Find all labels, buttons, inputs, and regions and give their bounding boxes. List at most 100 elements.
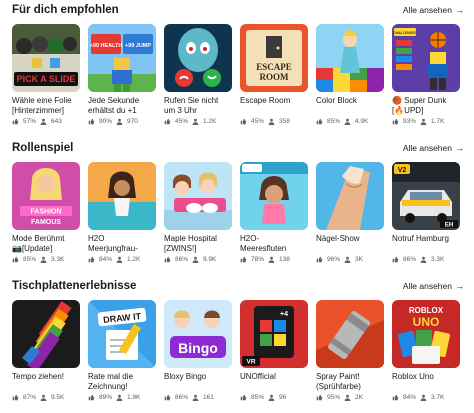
player-count: 9.5K	[51, 394, 65, 401]
thumbs-up-icon	[392, 394, 399, 401]
game-card[interactable]: V2 EH Notruf Hamburg 86% 3.3K	[392, 162, 460, 263]
player-count: 3K	[355, 256, 363, 263]
color-block-thumbnail	[316, 24, 384, 92]
game-title: Notruf Hamburg	[392, 234, 449, 243]
player-count: 161	[203, 394, 214, 401]
game-card[interactable]: H2O Meerjungfrau- 84% 1.2K	[88, 162, 156, 263]
roblox-uno-thumbnail: ROBLOX UNO	[392, 300, 460, 368]
game-card[interactable]: Maple Hospital [ZWINS!] 86% 9.9K	[164, 162, 232, 263]
svg-text:PICK A SLIDE: PICK A SLIDE	[17, 74, 76, 84]
players-icon	[192, 394, 199, 401]
svg-text:+99 JUMP: +99 JUMP	[125, 43, 151, 49]
rating-value: 78%	[251, 256, 265, 263]
thumbs-up-icon	[316, 118, 323, 125]
players-icon	[116, 256, 123, 263]
svg-text:+4: +4	[280, 311, 288, 318]
game-card[interactable]: ESCAPE ROOM Escape Room 45% 358	[240, 24, 308, 125]
game-card[interactable]: +99 HEALTH +99 JUMP Jede Sekunde erhälts…	[88, 24, 156, 125]
players-icon	[192, 118, 199, 125]
game-title: Wähle eine Folie [Hinterzimmer]	[12, 96, 72, 115]
player-count: 970	[127, 118, 138, 125]
svg-text:FASHION: FASHION	[30, 209, 61, 216]
section-title: Tischplattenerlebnisse	[12, 280, 137, 292]
players-icon	[420, 256, 427, 263]
rating-value: 87%	[23, 394, 37, 401]
game-title: H2O Meerjungfrau-	[88, 234, 138, 253]
svg-text:FAMOUS: FAMOUS	[31, 219, 61, 226]
players-icon	[344, 256, 351, 263]
game-card[interactable]: H2O- Meeresfluten 78% 138	[240, 162, 308, 263]
rating-value: 85%	[251, 394, 265, 401]
game-card[interactable]: Color Block 85% 4.9K	[316, 24, 384, 125]
game-title: Color Block	[316, 96, 357, 105]
game-card[interactable]: Tempo ziehen! 87% 9.5K	[12, 300, 80, 401]
svg-text:CHALLENGES: CHALLENGES	[393, 31, 418, 35]
game-card[interactable]: Bingo Bloxy Bingo 86% 161	[164, 300, 232, 401]
super-dunk-thumbnail: CHALLENGES	[392, 24, 460, 92]
game-card[interactable]: FASHION FAMOUS Mode Berühmt 📷[Update] 85…	[12, 162, 80, 263]
players-icon	[344, 118, 351, 125]
spray-paint-thumbnail	[316, 300, 384, 368]
section-tabletop: Tischplattenerlebnisse Alle ansehen → Tem…	[12, 278, 464, 410]
game-title: 🏀 Super Dunk [🔥UPD]	[392, 96, 447, 115]
see-all-link[interactable]: Alle ansehen →	[403, 281, 464, 291]
game-card[interactable]: PICK A SLIDE Wähle eine Folie [Hinterzim…	[12, 24, 80, 125]
thumbs-up-icon	[316, 256, 323, 263]
thumbs-up-icon	[316, 394, 323, 401]
game-title: Tempo ziehen!	[12, 372, 65, 381]
thumbs-up-icon	[392, 256, 399, 263]
game-title: Maple Hospital [ZWINS!]	[164, 234, 217, 253]
players-icon	[40, 118, 47, 125]
player-count: 1.9K	[127, 394, 141, 401]
section-title: Für dich empfohlen	[12, 4, 119, 16]
thumbs-up-icon	[164, 394, 171, 401]
rating-value: 84%	[99, 256, 113, 263]
thumbs-up-icon	[12, 256, 19, 263]
game-title: H2O- Meeresfluten	[240, 234, 287, 253]
mermaid-thumbnail	[88, 162, 156, 230]
game-card[interactable]: Spray Paint! (Sprühfarbe) 95% 2K	[316, 300, 384, 401]
svg-text:+99 HEALTH: +99 HEALTH	[90, 43, 123, 49]
maple-hospital-thumbnail	[164, 162, 232, 230]
thumbs-up-icon	[88, 394, 95, 401]
rating-value: 45%	[251, 118, 265, 125]
player-count: 3.3K	[431, 256, 445, 263]
game-row: FASHION FAMOUS Mode Berühmt 📷[Update] 85…	[12, 162, 464, 272]
player-count: 358	[279, 118, 290, 125]
game-card[interactable]: +4 VR UNOfficial 85% 96	[240, 300, 308, 401]
thumbs-up-icon	[240, 394, 247, 401]
unofficial-cards-thumbnail: +4 VR	[240, 300, 308, 368]
svg-text:EH: EH	[445, 223, 453, 229]
game-card[interactable]: DRAW IT Rate mal die Zeichnung! 89% 1.9K	[88, 300, 156, 401]
game-title: Spray Paint! (Sprühfarbe)	[316, 372, 361, 391]
player-count: 3.3K	[51, 256, 65, 263]
paint-brush-thumbnail	[12, 300, 80, 368]
svg-text:VR: VR	[246, 359, 255, 366]
see-all-link[interactable]: Alle ansehen →	[403, 5, 464, 15]
game-row: Tempo ziehen! 87% 9.5K DRAW IT Rate mal …	[12, 300, 464, 410]
game-title: Escape Room	[240, 96, 291, 105]
game-card[interactable]: Rufen Sie nicht um 3 Uhr 45% 1.2K	[164, 24, 232, 125]
player-count: 138	[279, 256, 290, 263]
players-icon	[116, 118, 123, 125]
game-title: Roblox Uno	[392, 372, 434, 381]
player-count: 3.7K	[431, 394, 445, 401]
see-all-link[interactable]: Alle ansehen →	[403, 143, 464, 153]
arrow-right-icon: →	[455, 5, 464, 15]
game-card[interactable]: CHALLENGES 🏀 Super Dunk [🔥UPD] 93% 1.7K	[392, 24, 460, 125]
arrow-right-icon: →	[455, 143, 464, 153]
players-icon	[420, 118, 427, 125]
game-title: Jede Sekunde erhältst du +1	[88, 96, 140, 115]
game-title: Rate mal die Zeichnung!	[88, 372, 133, 391]
svg-text:UNO: UNO	[413, 315, 440, 329]
game-card[interactable]: ROBLOX UNO Roblox Uno 84% 3.7K	[392, 300, 460, 401]
rating-value: 57%	[23, 118, 37, 125]
rating-value: 86%	[403, 256, 417, 263]
rating-value: 95%	[327, 394, 341, 401]
game-title: Nägel-Show	[316, 234, 360, 243]
players-icon	[192, 256, 199, 263]
emergency-hamburg-thumbnail: V2 EH	[392, 162, 460, 230]
game-card[interactable]: Nägel-Show 96% 3K	[316, 162, 384, 263]
squid-call-thumbnail	[164, 24, 232, 92]
rating-value: 86%	[175, 256, 189, 263]
